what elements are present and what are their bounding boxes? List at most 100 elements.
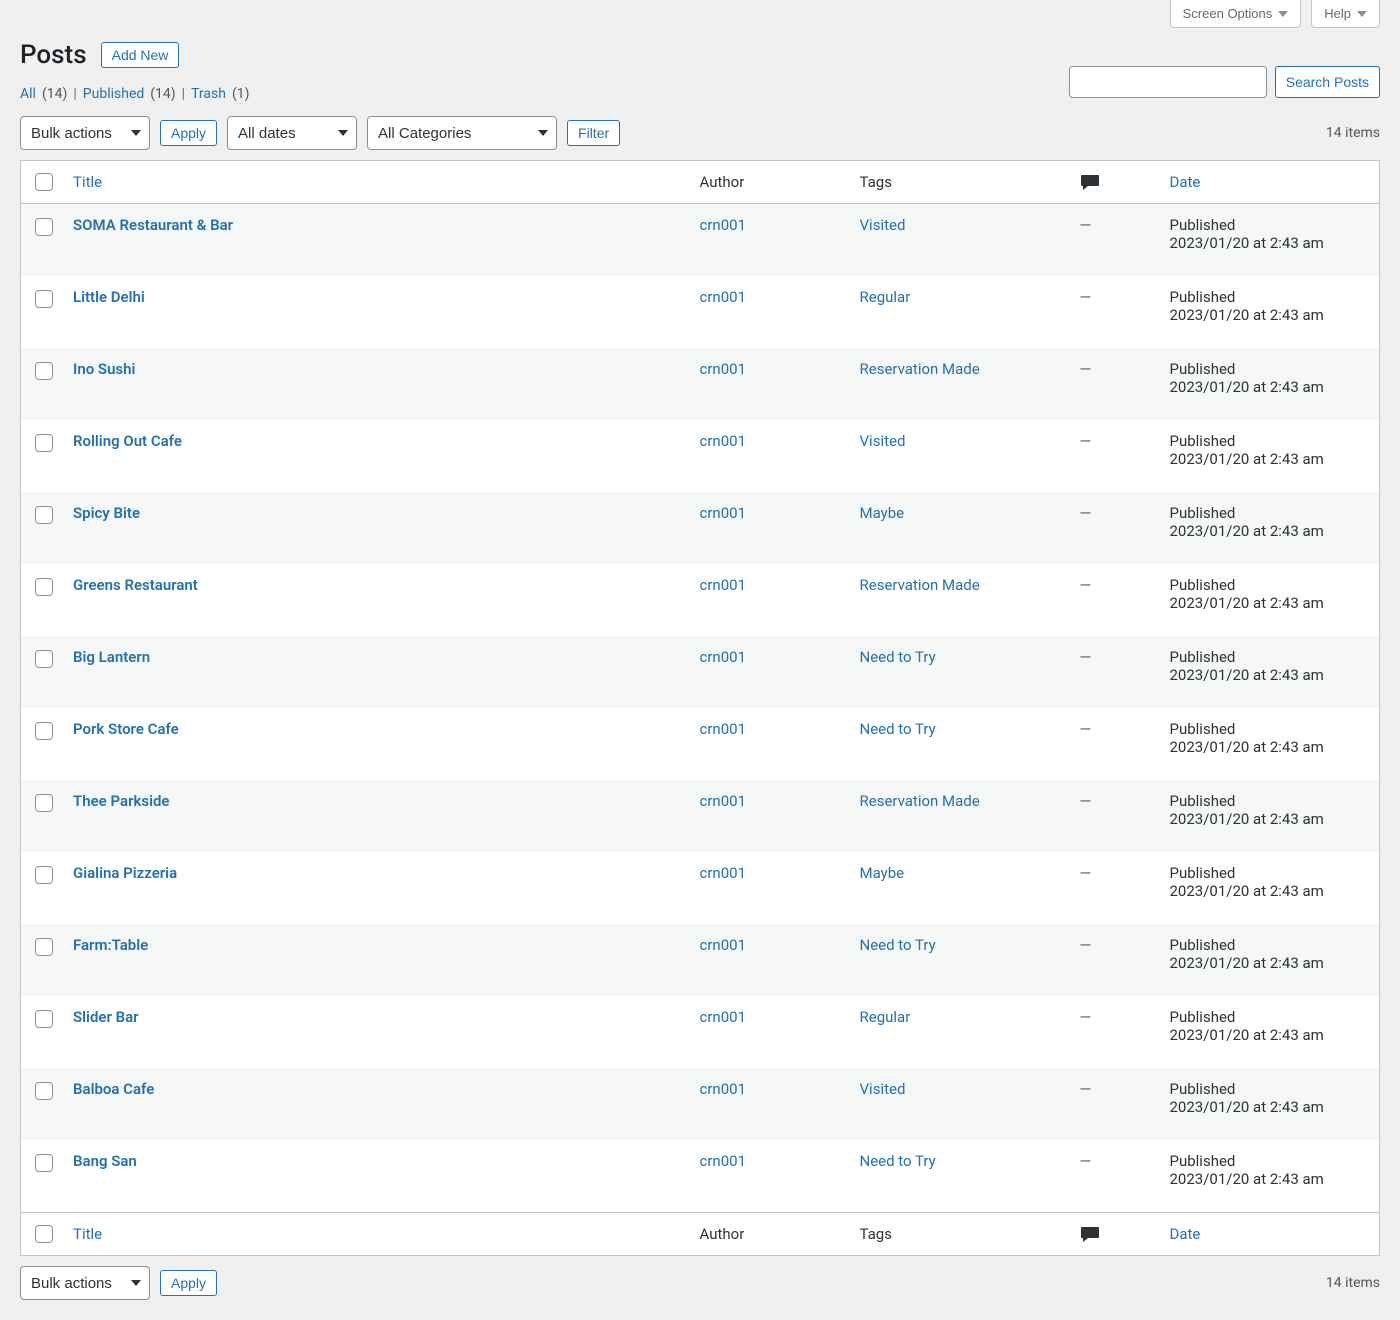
filter-button[interactable]: Filter [567, 120, 620, 146]
post-status: Published [1170, 792, 1370, 810]
author-link[interactable]: crn001 [700, 504, 747, 522]
post-title-link[interactable]: Ino Sushi [73, 360, 135, 378]
screen-options-label: Screen Options [1183, 6, 1273, 21]
post-title-link[interactable]: Little Delhi [73, 288, 145, 306]
author-link[interactable]: crn001 [700, 360, 747, 378]
post-title-link[interactable]: Balboa Cafe [73, 1080, 154, 1098]
post-date: 2023/01/20 at 2:43 am [1170, 810, 1370, 828]
tag-link[interactable]: Reservation Made [860, 792, 980, 810]
author-link[interactable]: crn001 [700, 288, 747, 306]
tag-link[interactable]: Regular [860, 1008, 911, 1026]
select-all-bottom[interactable] [35, 1225, 53, 1243]
post-title-link[interactable]: Thee Parkside [73, 792, 170, 810]
post-status: Published [1170, 360, 1370, 378]
post-title-link[interactable]: Rolling Out Cafe [73, 432, 182, 450]
post-date: 2023/01/20 at 2:43 am [1170, 666, 1370, 684]
filter-trash[interactable]: Trash [191, 86, 226, 102]
screen-options-tab[interactable]: Screen Options [1170, 0, 1302, 28]
filter-all[interactable]: All [20, 86, 36, 102]
post-status: Published [1170, 1080, 1370, 1098]
tag-link[interactable]: Visited [860, 432, 906, 450]
category-filter-select[interactable]: All Categories [367, 116, 557, 150]
items-count-bottom: 14 items [1326, 1275, 1380, 1291]
author-link[interactable]: crn001 [700, 936, 747, 954]
row-checkbox[interactable] [35, 362, 53, 380]
date-filter-select[interactable]: All dates [227, 116, 357, 150]
comments-count: — [1080, 576, 1092, 594]
add-new-button[interactable]: Add New [101, 42, 180, 68]
author-link[interactable]: crn001 [700, 432, 747, 450]
row-checkbox[interactable] [35, 218, 53, 236]
post-title-link[interactable]: Bang San [73, 1152, 137, 1170]
post-title-link[interactable]: Spicy Bite [73, 504, 140, 522]
tag-link[interactable]: Maybe [860, 504, 905, 522]
col-date-header[interactable]: Date [1170, 173, 1201, 191]
tag-link[interactable]: Need to Try [860, 936, 936, 954]
row-checkbox[interactable] [35, 290, 53, 308]
author-link[interactable]: crn001 [700, 648, 747, 666]
author-link[interactable]: crn001 [700, 792, 747, 810]
search-button[interactable]: Search Posts [1275, 66, 1380, 98]
author-link[interactable]: crn001 [700, 720, 747, 738]
tag-link[interactable]: Regular [860, 288, 911, 306]
row-checkbox[interactable] [35, 794, 53, 812]
comments-count: — [1080, 360, 1092, 378]
author-link[interactable]: crn001 [700, 576, 747, 594]
table-row: SOMA Restaurant & Barcrn001Visited—Publi… [21, 204, 1380, 277]
row-checkbox[interactable] [35, 938, 53, 956]
post-title-link[interactable]: SOMA Restaurant & Bar [73, 216, 233, 234]
post-title-link[interactable]: Pork Store Cafe [73, 720, 179, 738]
row-checkbox[interactable] [35, 1082, 53, 1100]
row-checkbox[interactable] [35, 578, 53, 596]
author-link[interactable]: crn001 [700, 864, 747, 882]
col-title-footer[interactable]: Title [73, 1225, 102, 1243]
tag-link[interactable]: Maybe [860, 864, 905, 882]
separator: | [73, 86, 76, 102]
row-checkbox[interactable] [35, 506, 53, 524]
comments-count: — [1080, 792, 1092, 810]
select-all-top[interactable] [35, 173, 53, 191]
page-title: Posts [20, 40, 87, 70]
bulk-actions-select[interactable]: Bulk actions [20, 116, 150, 150]
comments-count: — [1080, 504, 1092, 522]
tag-link[interactable]: Visited [860, 1080, 906, 1098]
comments-icon[interactable] [1080, 172, 1100, 188]
comments-icon[interactable] [1080, 1224, 1100, 1240]
col-title-header[interactable]: Title [73, 173, 102, 191]
row-checkbox[interactable] [35, 650, 53, 668]
tag-link[interactable]: Reservation Made [860, 360, 980, 378]
table-row: Big Lanterncrn001Need to Try—Published20… [21, 636, 1380, 708]
row-checkbox[interactable] [35, 1154, 53, 1172]
filter-published[interactable]: Published [83, 86, 144, 102]
separator: | [182, 86, 185, 102]
comments-count: — [1080, 1008, 1092, 1026]
post-title-link[interactable]: Slider Bar [73, 1008, 139, 1026]
row-checkbox[interactable] [35, 866, 53, 884]
row-checkbox[interactable] [35, 434, 53, 452]
post-title-link[interactable]: Gialina Pizzeria [73, 864, 177, 882]
bulk-actions-select-bottom[interactable]: Bulk actions [20, 1266, 150, 1300]
apply-button-bottom[interactable]: Apply [160, 1270, 217, 1296]
author-link[interactable]: crn001 [700, 1152, 747, 1170]
col-date-footer[interactable]: Date [1170, 1225, 1201, 1243]
tag-link[interactable]: Need to Try [860, 648, 936, 666]
author-link[interactable]: crn001 [700, 216, 747, 234]
comments-count: — [1080, 720, 1092, 738]
row-checkbox[interactable] [35, 722, 53, 740]
post-title-link[interactable]: Farm:Table [73, 936, 148, 954]
help-tab[interactable]: Help [1311, 0, 1380, 28]
post-title-link[interactable]: Big Lantern [73, 648, 150, 666]
author-link[interactable]: crn001 [700, 1080, 747, 1098]
tag-link[interactable]: Visited [860, 216, 906, 234]
author-link[interactable]: crn001 [700, 1008, 747, 1026]
post-title-link[interactable]: Greens Restaurant [73, 576, 198, 594]
filter-all-count: (14) [42, 86, 67, 102]
row-checkbox[interactable] [35, 1010, 53, 1028]
post-date: 2023/01/20 at 2:43 am [1170, 1098, 1370, 1116]
tag-link[interactable]: Need to Try [860, 1152, 936, 1170]
tag-link[interactable]: Need to Try [860, 720, 936, 738]
tag-link[interactable]: Reservation Made [860, 576, 980, 594]
post-date: 2023/01/20 at 2:43 am [1170, 234, 1370, 252]
search-input[interactable] [1069, 66, 1267, 98]
apply-button-top[interactable]: Apply [160, 120, 217, 146]
